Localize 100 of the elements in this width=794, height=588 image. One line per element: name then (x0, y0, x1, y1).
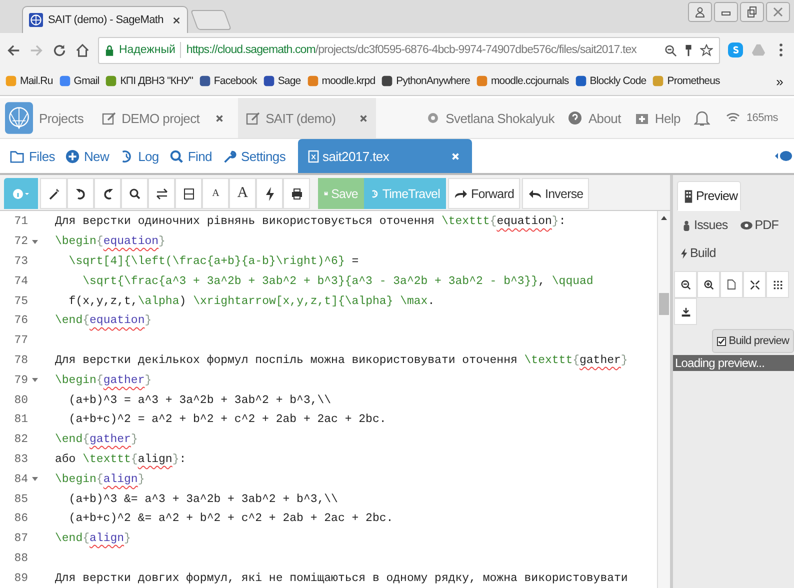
close-window-button[interactable] (766, 2, 790, 22)
fold-icon[interactable] (32, 477, 38, 482)
zoom-icon[interactable] (664, 44, 677, 56)
code-line: Для верстки одиночних рівнянь використовується оточення \texttt{equation}: (55, 215, 566, 228)
fold-icon[interactable] (32, 378, 38, 382)
bookmark[interactable]: КПІ ДВНЗ "КНУ" (105, 75, 193, 87)
build-button[interactable] (256, 178, 283, 209)
issues-tab[interactable]: Issues (681, 218, 728, 232)
undo-button[interactable] (67, 178, 94, 209)
split-button[interactable] (175, 178, 202, 209)
bookmark-icon (262, 75, 275, 87)
wand-button[interactable] (40, 178, 67, 209)
project-tab[interactable]: DEMO project (94, 98, 232, 138)
build-preview-toggle[interactable]: Build preview (712, 329, 794, 353)
line-number: 75 (13, 294, 28, 308)
bookmark[interactable]: moodle.ccjournals (476, 75, 569, 87)
replace-button[interactable] (148, 178, 175, 209)
file-menu-item[interactable]: Log (119, 148, 159, 164)
projects-link[interactable]: Projects (39, 110, 84, 126)
line-number: 86 (13, 512, 28, 526)
bookmark-icon (105, 75, 118, 87)
code-line: \begin{gather} (55, 374, 152, 387)
line-number: 78 (13, 354, 28, 367)
file-tab[interactable]: sait2017.tex (298, 139, 472, 173)
bookmark[interactable]: moodle.krpd (306, 75, 376, 87)
profile-button[interactable] (688, 2, 712, 22)
font-size-button[interactable]: A (229, 178, 256, 209)
line-number: 88 (13, 552, 28, 565)
swap-arrows-icon (156, 188, 168, 200)
scroll-up-icon[interactable] (661, 216, 667, 220)
line-number: 82 (13, 433, 28, 446)
close-icon[interactable] (358, 114, 368, 122)
bell-icon[interactable] (694, 109, 710, 127)
plus-icon (64, 148, 80, 164)
code-line: (a+b)^3 &= a^3 + 3a^2b + 3ab^2 + b^3,\\ (68, 492, 338, 506)
loading-status: Loading preview... (673, 355, 794, 371)
download-button[interactable] (674, 298, 697, 325)
ping-text: 165ms (746, 112, 778, 124)
grid-icon (772, 280, 782, 290)
file-menu-item[interactable]: Files (10, 148, 55, 164)
line-number: 77 (13, 334, 28, 348)
font-size-button[interactable]: A (202, 178, 229, 209)
code-line: Для верстки декількох формул поспіль можна використовувати оточення \texttt{gather} (55, 354, 628, 367)
help-link[interactable]: Help (654, 110, 680, 126)
share-arrow-icon (454, 188, 468, 198)
file-menu-item[interactable]: New (64, 148, 110, 164)
redo-button[interactable] (94, 178, 121, 209)
close-icon[interactable] (214, 114, 224, 122)
print-button[interactable] (283, 178, 310, 209)
restore-button[interactable] (740, 2, 764, 22)
fullscreen-button[interactable] (743, 271, 766, 298)
about-link[interactable]: About (588, 110, 621, 126)
skype-icon[interactable] (728, 42, 743, 58)
bookmark[interactable]: PythonAnywhere (381, 75, 470, 87)
zoom-in-button[interactable] (697, 271, 720, 298)
page-button[interactable] (720, 271, 743, 298)
code-line: \sqrt[4]{\left(\frac{a+b}{a-b}\right)^6} = (68, 254, 359, 268)
bookmark[interactable]: Blockly Code (574, 75, 646, 87)
pdf-tab[interactable]: PDF (740, 218, 779, 232)
person-icon (694, 6, 706, 18)
reload-icon[interactable] (52, 42, 67, 58)
bookmark[interactable]: Facebook (198, 75, 257, 87)
logo-icon[interactable] (5, 101, 33, 135)
bookmark[interactable]: Sage (262, 75, 301, 87)
back-icon[interactable] (6, 42, 21, 58)
browser-tab[interactable]: SAIT (demo) - SageMath (22, 6, 188, 33)
file-menu-item[interactable]: Settings (222, 148, 286, 164)
home-icon[interactable] (75, 42, 90, 58)
forward-search-button[interactable]: Forward (448, 178, 520, 209)
code-line: \begin{equation} (55, 235, 166, 248)
bookmark[interactable]: Mail.Ru (5, 75, 53, 87)
line-number: 71 (13, 215, 28, 228)
grid-button[interactable] (766, 271, 789, 298)
file-menu-item[interactable]: Find (168, 148, 212, 164)
fold-icon[interactable] (32, 240, 38, 244)
close-icon[interactable] (172, 16, 181, 24)
project-tab[interactable]: SAIT (demo) (238, 98, 376, 138)
bookmark[interactable]: Gmail (58, 75, 100, 87)
bookmark-icon (652, 75, 664, 87)
edit-icon (102, 111, 116, 125)
code-line: (a+b)^3 = a^3 + 3a^2b + 3ab^2 + b^3,\\ (68, 394, 332, 407)
printer-icon (290, 188, 302, 200)
star-icon[interactable] (700, 44, 713, 56)
zoom-out-button[interactable] (674, 271, 697, 298)
inverse-search-button[interactable]: Inverse (522, 178, 590, 209)
line-number: 84 (13, 472, 28, 486)
user-link[interactable]: Svetlana Shokalyuk (446, 110, 554, 126)
menu-icon[interactable] (778, 42, 784, 58)
preview-tab[interactable]: Preview (677, 181, 741, 211)
minimize-button[interactable] (714, 2, 738, 22)
address-field[interactable]: Надежный https://cloud.sagemath.com/projects/dc3f0595-6876-4bcb-9974-74907dbe576c/files/sait2017.tex (98, 36, 720, 64)
scroll-thumb[interactable] (659, 293, 669, 315)
bookmark[interactable]: Prometheus (652, 75, 720, 87)
bookmark-icon (306, 75, 319, 87)
build-tab[interactable]: Build (681, 246, 716, 260)
chat-icon[interactable] (774, 149, 792, 163)
secure-label: Надежный (119, 44, 176, 56)
more-bookmarks[interactable]: » (776, 74, 789, 88)
search-button[interactable] (121, 178, 148, 209)
file-icon (308, 150, 319, 162)
